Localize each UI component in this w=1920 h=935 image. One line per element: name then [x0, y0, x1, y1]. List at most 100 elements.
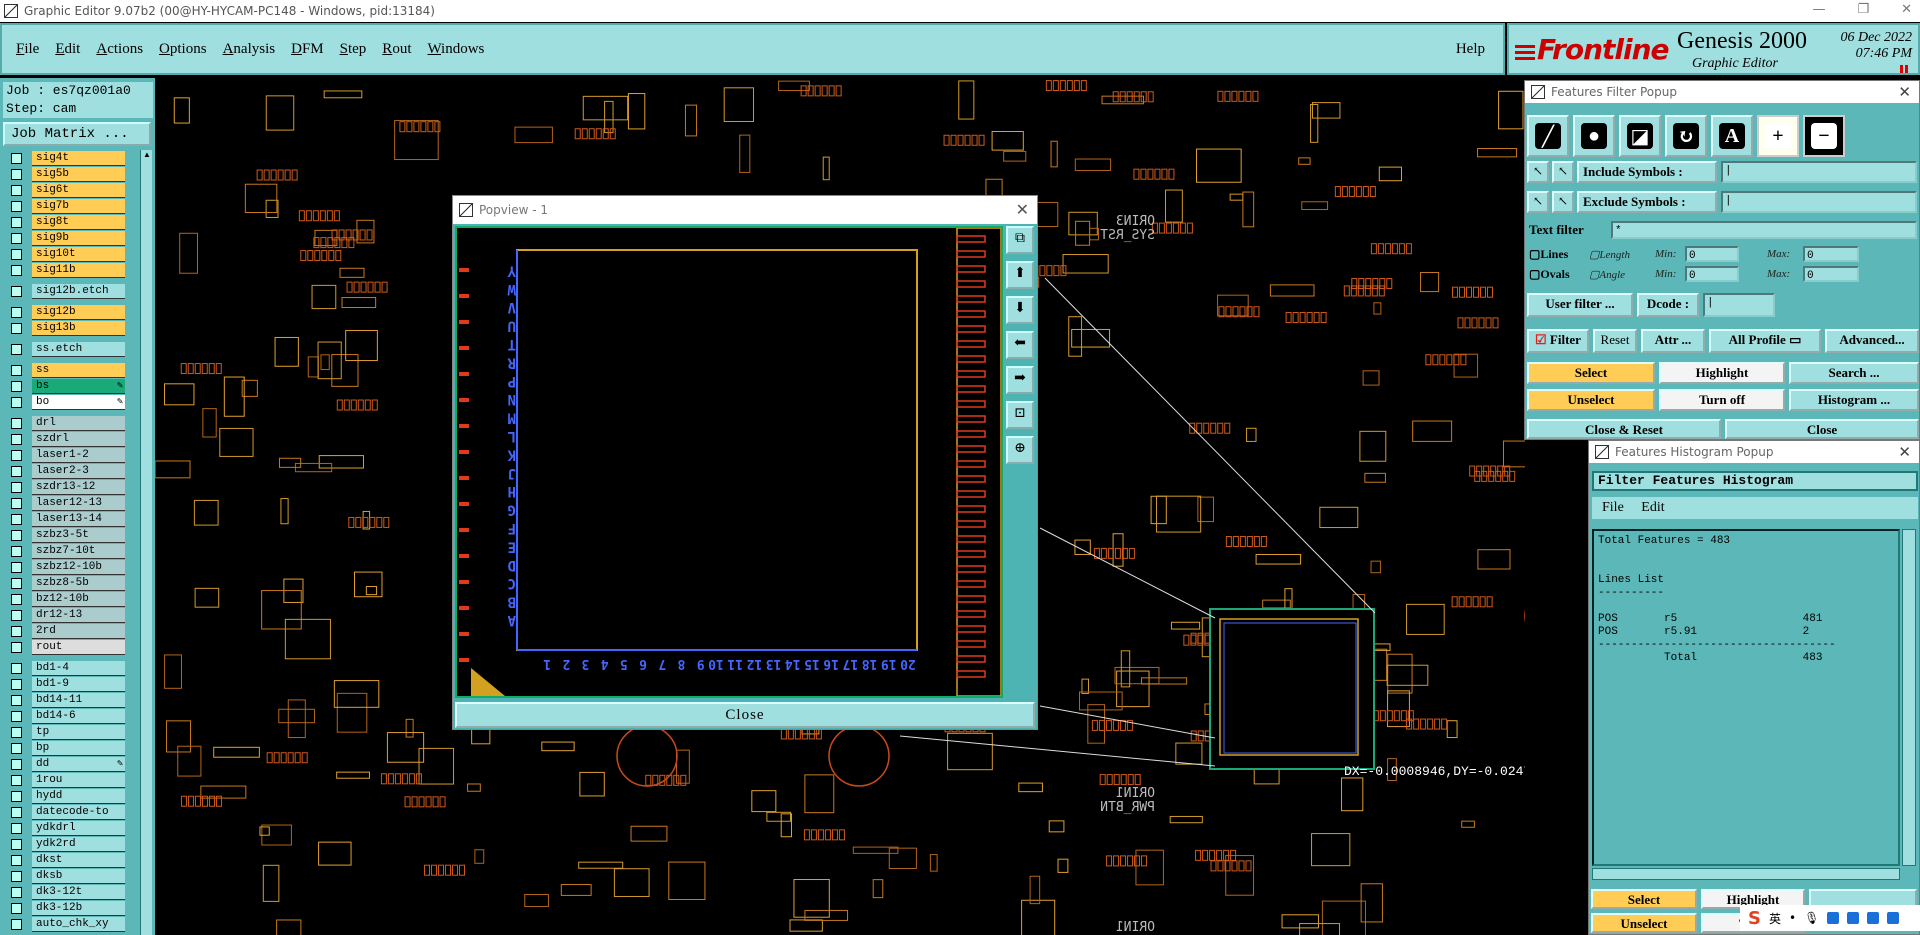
layer-row[interactable]: sig7b: [3, 198, 125, 214]
layer-name[interactable]: laser13-14: [32, 511, 125, 527]
histogram-menu-edit[interactable]: Edit: [1641, 500, 1664, 515]
layer-row[interactable]: dk3-12b: [3, 900, 125, 916]
text-filter-input[interactable]: *: [1611, 221, 1917, 239]
ime-grid-icon[interactable]: [1887, 912, 1900, 924]
layer-checkbox[interactable]: [11, 641, 22, 653]
layer-name[interactable]: ydkdrl: [32, 820, 125, 836]
pad-type-button[interactable]: ●: [1573, 115, 1615, 157]
layer-row[interactable]: szdr13-12: [3, 479, 125, 495]
zoom-in-button[interactable]: ⬆: [1006, 261, 1034, 289]
layer-checkbox[interactable]: [11, 168, 22, 180]
ime-language[interactable]: 英: [1769, 910, 1781, 927]
layer-name[interactable]: dd: [32, 756, 125, 772]
layer-checkbox[interactable]: [11, 184, 22, 196]
layer-row[interactable]: sig12b: [3, 304, 125, 320]
surface-type-button[interactable]: ◪: [1619, 115, 1661, 157]
menu-windows[interactable]: Windows: [427, 41, 484, 58]
layer-name[interactable]: bo: [32, 394, 125, 410]
layer-checkbox[interactable]: [11, 481, 22, 493]
exclude-pick-icon[interactable]: ↖: [1527, 191, 1549, 213]
layer-row[interactable]: rout: [3, 639, 125, 655]
ime-punctuation-icon[interactable]: •: [1789, 911, 1796, 925]
layer-checkbox[interactable]: [11, 593, 22, 605]
layer-name[interactable]: sig13b: [32, 320, 125, 336]
menu-edit[interactable]: Edit: [55, 41, 80, 58]
layer-checkbox[interactable]: [11, 806, 22, 818]
ime-user-icon[interactable]: [1847, 912, 1860, 924]
layer-name[interactable]: hydd: [32, 788, 125, 804]
layer-name[interactable]: rout: [32, 639, 125, 655]
min-angle-input[interactable]: 0: [1685, 266, 1739, 282]
layer-checkbox[interactable]: [11, 918, 22, 930]
dcode-label[interactable]: Dcode :: [1637, 293, 1699, 317]
popview-close-button[interactable]: Close: [455, 702, 1035, 728]
layer-checkbox[interactable]: [11, 662, 22, 674]
layer-checkbox[interactable]: [11, 248, 22, 260]
layer-checkbox[interactable]: [11, 902, 22, 914]
layer-checkbox[interactable]: [11, 870, 22, 882]
layer-row[interactable]: bd14-11: [3, 692, 125, 708]
include-symbols-input[interactable]: |: [1721, 161, 1917, 183]
scroll-up-icon[interactable]: ▲: [141, 150, 153, 162]
include-pick-icon[interactable]: ↖: [1527, 161, 1549, 183]
layer-row[interactable]: dd: [3, 756, 125, 772]
layer-checkbox[interactable]: [11, 774, 22, 786]
layer-checkbox[interactable]: [11, 343, 22, 355]
layer-name[interactable]: szdrl: [32, 431, 125, 447]
histogram-select-button[interactable]: Select: [1591, 889, 1697, 909]
lines-checkbox[interactable]: ▢Lines: [1529, 247, 1568, 262]
dcode-input[interactable]: |: [1703, 293, 1775, 317]
layer-name[interactable]: bd14-11: [32, 692, 125, 708]
layer-name[interactable]: bd1-4: [32, 660, 125, 676]
layer-checkbox[interactable]: [11, 694, 22, 706]
layer-row[interactable]: sig9b: [3, 230, 125, 246]
select-button[interactable]: Select: [1527, 362, 1655, 384]
layer-name[interactable]: laser2-3: [32, 463, 125, 479]
layer-checkbox[interactable]: [11, 216, 22, 228]
layer-row[interactable]: bd1-4: [3, 660, 125, 676]
histogram-close-icon[interactable]: ✕: [1898, 443, 1911, 461]
text-type-button[interactable]: A: [1711, 115, 1753, 157]
layer-checkbox[interactable]: [11, 152, 22, 164]
layer-row[interactable]: sig12b.etch: [3, 283, 125, 299]
layer-checkbox[interactable]: [11, 449, 22, 461]
layer-checkbox[interactable]: [11, 306, 22, 318]
layer-checkbox[interactable]: [11, 710, 22, 722]
minimize-button[interactable]: —: [1812, 2, 1825, 17]
layer-checkbox[interactable]: [11, 577, 22, 589]
reset-button[interactable]: Reset: [1593, 329, 1637, 353]
include-zone-icon[interactable]: ↖: [1552, 161, 1574, 183]
zoom-out-button[interactable]: ⬇: [1006, 296, 1034, 324]
min-length-input[interactable]: 0: [1685, 246, 1739, 262]
ime-logo-icon[interactable]: S: [1748, 908, 1761, 929]
line-type-button[interactable]: ╱: [1527, 115, 1569, 157]
layer-row[interactable]: dkst: [3, 852, 125, 868]
layer-checkbox[interactable]: [11, 790, 22, 802]
layer-checkbox[interactable]: [11, 609, 22, 621]
user-filter-button[interactable]: User filter ...: [1527, 293, 1633, 317]
layer-checkbox[interactable]: [11, 678, 22, 690]
layer-checkbox[interactable]: [11, 886, 22, 898]
job-matrix-button[interactable]: Job Matrix ...: [3, 122, 151, 146]
pan-left-button[interactable]: ⬅: [1006, 331, 1034, 359]
layer-row[interactable]: sig13b: [3, 320, 125, 336]
layer-row[interactable]: bo: [3, 394, 125, 410]
menu-actions[interactable]: Actions: [96, 41, 143, 58]
layer-row[interactable]: bp: [3, 740, 125, 756]
layer-checkbox[interactable]: [11, 497, 22, 509]
layer-checkbox[interactable]: [11, 232, 22, 244]
layer-name[interactable]: bd14-6: [32, 708, 125, 724]
layer-name[interactable]: szdr13-12: [32, 479, 125, 495]
layer-row[interactable]: szbz12-10b: [3, 559, 125, 575]
layer-name[interactable]: 2rd: [32, 623, 125, 639]
restore-button[interactable]: ❐: [1857, 2, 1869, 17]
layer-row[interactable]: szbz7-10t: [3, 543, 125, 559]
popview-canvas[interactable]: A B C D E F G H J K L M N P R T U V W Y 1 2 3 4 5 6 7 8 9 10 11 12 13 14 1…: [455, 226, 1003, 698]
layer-row[interactable]: sig6t: [3, 182, 125, 198]
layer-checkbox[interactable]: [11, 854, 22, 866]
filter-toggle[interactable]: ☑ Filter: [1527, 329, 1589, 353]
fit-screen-button[interactable]: ⊡: [1006, 401, 1034, 429]
layer-name[interactable]: sig6t: [32, 182, 125, 198]
include-symbols-label[interactable]: Include Symbols :: [1577, 161, 1717, 183]
arc-type-button[interactable]: ↻: [1665, 115, 1707, 157]
